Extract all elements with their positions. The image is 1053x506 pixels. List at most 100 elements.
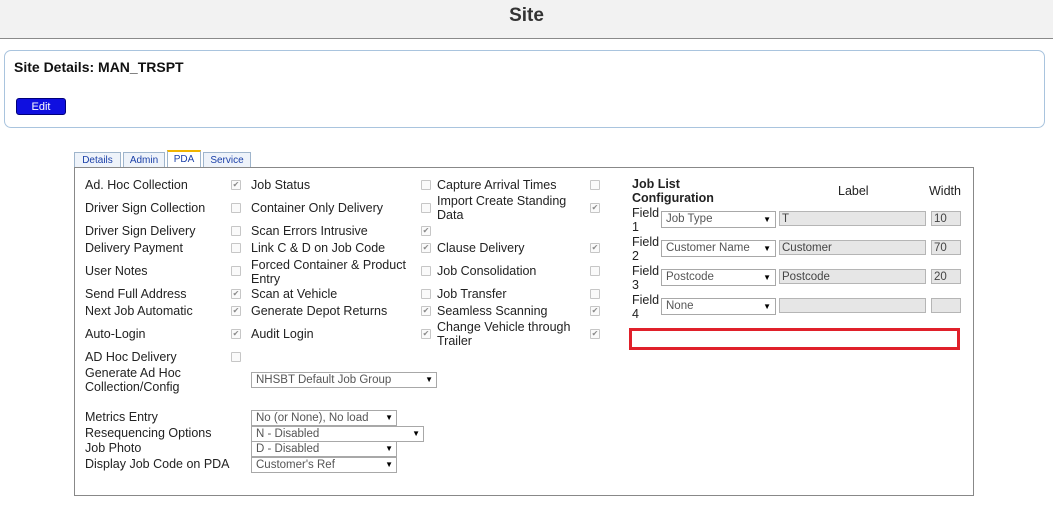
label-column-header: Label xyxy=(838,184,869,198)
user-notes-checkbox[interactable] xyxy=(231,266,241,276)
scan-errors-intrusive-checkbox[interactable]: ✔ xyxy=(421,226,431,236)
option-label: Ad. Hoc Collection xyxy=(85,178,188,192)
option-label: Forced Container & Product Entry xyxy=(251,258,406,286)
job-transfer-checkbox[interactable] xyxy=(590,289,600,299)
field-2-type-value: Customer Name xyxy=(666,242,750,254)
page-title: Site xyxy=(509,5,544,26)
chevron-down-icon: ▼ xyxy=(385,413,393,422)
driver-sign-collection-checkbox[interactable] xyxy=(231,203,241,213)
forced-container-checkbox[interactable] xyxy=(421,266,431,276)
chevron-down-icon: ▼ xyxy=(412,429,420,438)
scan-at-vehicle-checkbox[interactable] xyxy=(421,289,431,299)
option-label: Job Transfer xyxy=(437,287,507,301)
clause-delivery-checkbox[interactable]: ✔ xyxy=(590,243,600,253)
field-2-type-select[interactable]: Customer Name ▼ xyxy=(661,240,776,257)
container-only-delivery-checkbox[interactable] xyxy=(421,203,431,213)
delivery-payment-checkbox[interactable] xyxy=(231,243,241,253)
field-name: Field 3 xyxy=(632,264,660,292)
job-group-select[interactable]: NHSBT Default Job Group ▼ xyxy=(251,372,437,388)
metrics-entry-label: Metrics Entry xyxy=(85,410,158,424)
field-2-width-input[interactable]: 70 xyxy=(931,240,961,255)
display-job-code-value: Customer's Ref xyxy=(256,459,335,471)
option-label: Send Full Address xyxy=(85,287,187,301)
ad-hoc-delivery-checkbox[interactable] xyxy=(231,352,241,362)
field-name: Field 1 xyxy=(632,206,660,234)
ad-hoc-collection-checkbox[interactable]: ✔ xyxy=(231,180,241,190)
link-c-d-checkbox[interactable]: ✔ xyxy=(421,243,431,253)
option-label: Job Consolidation xyxy=(437,264,537,278)
job-photo-value: D - Disabled xyxy=(256,443,320,455)
chevron-down-icon: ▼ xyxy=(385,444,393,453)
field-name: Field 2 xyxy=(632,235,660,263)
site-details-heading: Site Details: MAN_TRSPT xyxy=(14,59,184,75)
next-job-automatic-checkbox[interactable]: ✔ xyxy=(231,306,241,316)
chevron-down-icon: ▼ xyxy=(763,302,771,311)
option-label: Job Status xyxy=(251,178,311,192)
option-label: Scan at Vehicle xyxy=(251,287,338,301)
seamless-scanning-checkbox[interactable]: ✔ xyxy=(590,306,600,316)
tab-pda[interactable]: PDA xyxy=(167,150,201,167)
capture-arrival-times-checkbox[interactable] xyxy=(590,180,600,190)
send-full-address-checkbox[interactable]: ✔ xyxy=(231,289,241,299)
field-3-label-input[interactable]: Postcode xyxy=(779,269,926,284)
field-3-width-input[interactable]: 20 xyxy=(931,269,961,284)
display-job-code-select[interactable]: Customer's Ref ▼ xyxy=(251,457,397,473)
field-1-type-value: Job Type xyxy=(666,213,713,225)
field-4-type-value: None xyxy=(666,300,694,312)
auto-login-checkbox[interactable]: ✔ xyxy=(231,329,241,339)
audit-login-checkbox[interactable]: ✔ xyxy=(421,329,431,339)
width-column-header: Width xyxy=(929,184,961,198)
option-label: Clause Delivery xyxy=(437,241,525,255)
chevron-down-icon: ▼ xyxy=(763,273,771,282)
option-label: Audit Login xyxy=(251,327,314,341)
job-list-title: Job List Configuration xyxy=(632,177,714,205)
resequencing-options-label: Resequencing Options xyxy=(85,426,212,440)
tab-details[interactable]: Details xyxy=(74,152,121,167)
field-4-type-select[interactable]: None ▼ xyxy=(661,298,776,315)
metrics-entry-select[interactable]: No (or None), No load ▼ xyxy=(251,410,397,426)
resequencing-options-select[interactable]: N - Disabled ▼ xyxy=(251,426,424,442)
job-group-value: NHSBT Default Job Group xyxy=(256,374,392,386)
option-label: Link C & D on Job Code xyxy=(251,241,386,255)
option-label: Container Only Delivery xyxy=(251,201,383,215)
field-2-label-input[interactable]: Customer xyxy=(779,240,926,255)
job-consolidation-checkbox[interactable] xyxy=(590,266,600,276)
tab-admin[interactable]: Admin xyxy=(123,152,165,167)
option-label: Capture Arrival Times xyxy=(437,178,557,192)
chevron-down-icon: ▼ xyxy=(425,375,433,384)
job-status-checkbox[interactable] xyxy=(421,180,431,190)
change-vehicle-through-trailer-checkbox[interactable]: ✔ xyxy=(590,329,600,339)
import-create-standing-data-checkbox[interactable]: ✔ xyxy=(590,203,600,213)
tab-service[interactable]: Service xyxy=(203,152,251,167)
generate-depot-returns-checkbox[interactable]: ✔ xyxy=(421,306,431,316)
option-label: Delivery Payment xyxy=(85,241,183,255)
chevron-down-icon: ▼ xyxy=(763,244,771,253)
option-label: Scan Errors Intrusive xyxy=(251,224,368,238)
display-job-code-label: Display Job Code on PDA xyxy=(85,457,230,471)
option-label: Generate Depot Returns xyxy=(251,304,388,318)
option-label: Seamless Scanning xyxy=(437,304,548,318)
option-label: Driver Sign Delivery xyxy=(85,224,196,238)
metrics-entry-value: No (or None), No load xyxy=(256,412,369,424)
option-label: Change Vehicle through Trailer xyxy=(437,320,571,348)
field-4-label-input[interactable] xyxy=(779,298,926,313)
option-label: Driver Sign Collection xyxy=(85,201,206,215)
edit-button[interactable]: Edit xyxy=(16,98,66,115)
field-1-label-input[interactable]: T xyxy=(779,211,926,226)
option-label: User Notes xyxy=(85,264,148,278)
option-label: Import Create Standing Data xyxy=(437,194,567,222)
option-label: Auto-Login xyxy=(85,327,146,341)
driver-sign-delivery-checkbox[interactable] xyxy=(231,226,241,236)
chevron-down-icon: ▼ xyxy=(385,460,393,469)
field-1-type-select[interactable]: Job Type ▼ xyxy=(661,211,776,228)
job-photo-select[interactable]: D - Disabled ▼ xyxy=(251,441,397,457)
option-label: Next Job Automatic xyxy=(85,304,193,318)
field-1-width-input[interactable]: 10 xyxy=(931,211,961,226)
chevron-down-icon: ▼ xyxy=(763,215,771,224)
field-3-type-value: Postcode xyxy=(666,271,714,283)
resequencing-options-value: N - Disabled xyxy=(256,428,320,440)
field-name: Field 4 xyxy=(632,293,660,321)
field-3-type-select[interactable]: Postcode ▼ xyxy=(661,269,776,286)
highlight-box xyxy=(629,328,960,350)
field-4-width-input[interactable] xyxy=(931,298,961,313)
